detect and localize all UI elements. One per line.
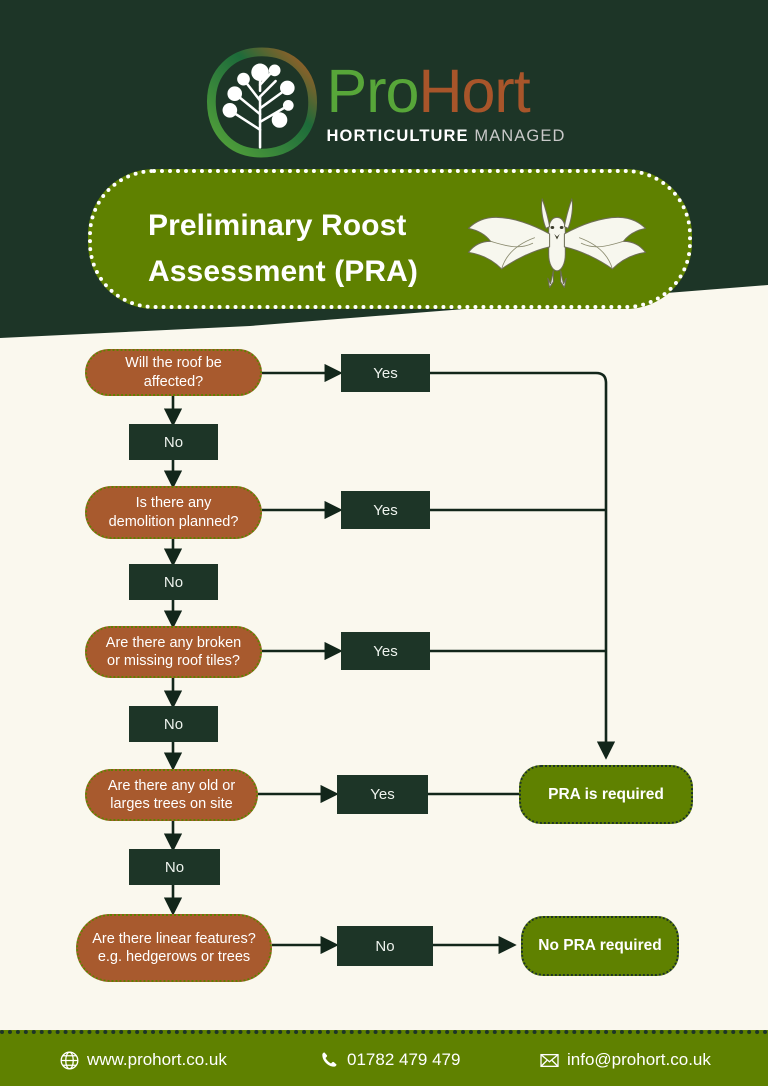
bat-icon: [467, 198, 647, 288]
brand-name-pro: Pro: [326, 56, 420, 125]
question-node-q2[interactable]: Is there any demolition planned?: [85, 486, 262, 539]
result-pra-required[interactable]: PRA is required: [519, 765, 693, 824]
brand-logo: ProHort HORTICULTURE MANAGED: [0, 42, 768, 167]
question-node-q5[interactable]: Are there linear features? e.g. hedgerow…: [76, 914, 272, 982]
brand-wordmark: ProHort HORTICULTURE MANAGED: [326, 60, 566, 147]
answer-no-4[interactable]: No: [129, 849, 220, 885]
answer-no-2[interactable]: No: [129, 564, 218, 600]
brand-tagline-light: MANAGED: [474, 127, 566, 146]
footer-website[interactable]: www.prohort.co.uk: [58, 1049, 227, 1071]
footer-email[interactable]: info@prohort.co.uk: [538, 1049, 711, 1071]
question-q5-text: Are there linear features? e.g. hedgerow…: [92, 930, 256, 965]
globe-icon: [58, 1049, 80, 1071]
answer-yes-2[interactable]: Yes: [341, 491, 430, 529]
footer-website-text: www.prohort.co.uk: [87, 1050, 227, 1069]
question-q2-text: Is there any demolition planned?: [108, 495, 239, 530]
footer-email-text: info@prohort.co.uk: [567, 1050, 711, 1069]
phone-icon: [318, 1049, 340, 1071]
footer-phone-text: 01782 479 479: [347, 1050, 461, 1069]
answer-no-3[interactable]: No: [129, 706, 218, 742]
question-node-q3[interactable]: Are there any broken or missing roof til…: [85, 626, 262, 678]
footer-phone[interactable]: 01782 479 479: [318, 1049, 460, 1071]
title-banner: Preliminary Roost Assessment (PRA): [88, 169, 692, 309]
question-node-q4[interactable]: Are there any old or larges trees on sit…: [85, 769, 258, 821]
envelope-icon: [538, 1049, 560, 1071]
answer-no-bottom[interactable]: No: [337, 926, 433, 966]
answer-no-1[interactable]: No: [129, 424, 218, 460]
brand-name-hort: Hort: [418, 56, 530, 125]
question-q1-text: Will the roof be affected?: [125, 355, 222, 390]
tree-network-circle-icon: [206, 46, 317, 158]
answer-yes-1[interactable]: Yes: [341, 354, 430, 392]
footer-bar: www.prohort.co.uk 01782 479 479 info@pro…: [0, 1030, 768, 1086]
poster-root: ProHort HORTICULTURE MANAGED Preliminary…: [0, 0, 768, 1086]
question-q4-text: Are there any old or larges trees on sit…: [107, 777, 236, 812]
question-node-q1[interactable]: Will the roof be affected?: [85, 349, 262, 396]
brand-tagline-bold: HORTICULTURE: [326, 127, 469, 146]
answer-yes-4[interactable]: Yes: [337, 775, 428, 814]
question-q3-text: Are there any broken or missing roof til…: [105, 634, 242, 669]
result-no-pra-required[interactable]: No PRA required: [521, 916, 679, 976]
answer-yes-3[interactable]: Yes: [341, 632, 430, 670]
